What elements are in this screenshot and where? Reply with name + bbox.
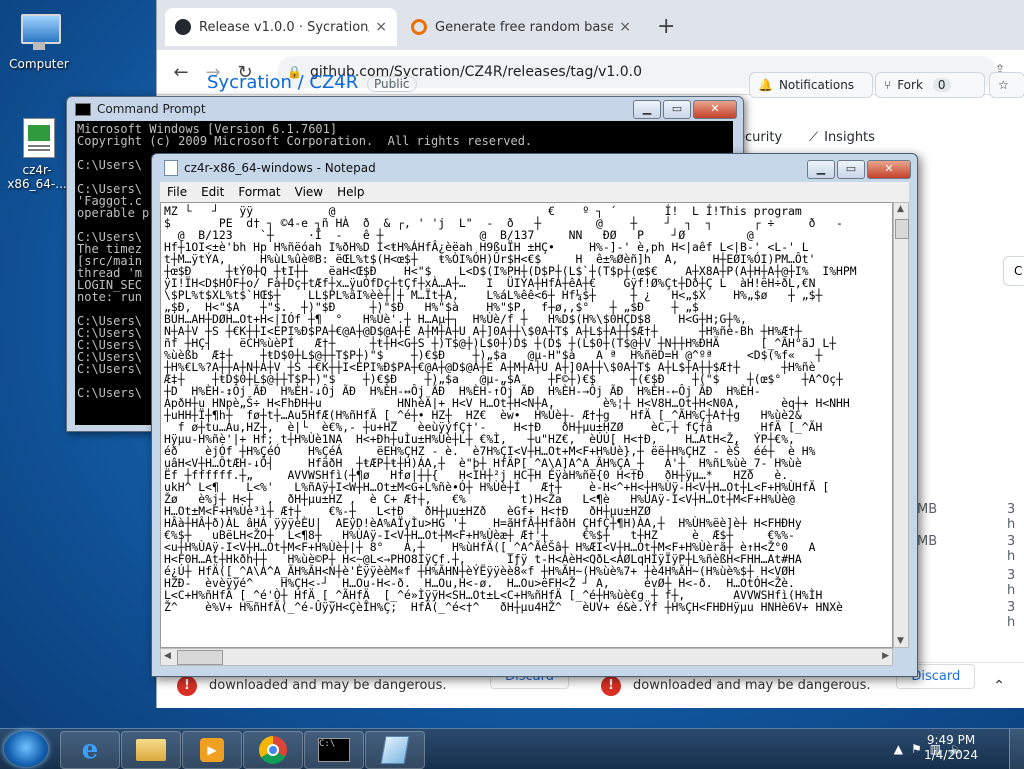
notepad-icon xyxy=(164,160,178,176)
desktop-icon-label: cz4r-x86_64-... xyxy=(7,163,67,191)
scroll-right-icon[interactable]: ▶ xyxy=(882,651,889,661)
taskbar: e ▶ C:\ ▲ ⚑ ▥ 🔈 9:49 PM 1/4/2024 xyxy=(0,728,1024,769)
menu-file[interactable]: File xyxy=(160,185,194,199)
minimize-button[interactable]: ▁ xyxy=(807,160,835,179)
media-player-icon[interactable]: ▶ xyxy=(182,731,242,769)
asset-size: MB xyxy=(917,502,938,517)
tab-github-release[interactable]: Release v1.0.0 · Sycration/CZ4R × xyxy=(165,8,397,46)
notepad-text-area[interactable]: MZ └ ┘ ÿÿ @ € º ┐ ´ Í! L Í!This program $… xyxy=(160,202,893,648)
notepad-text-line: Ž^ è%V+ H%ñHfÄ(_^é-ÛÿÿH<ÇèÎH%Ç; HfÄ(_^é<… xyxy=(164,600,843,614)
tab-base64-generator[interactable]: Generate free random base64 str × xyxy=(401,8,641,46)
download-warning-text: downloaded and may be dangerous. xyxy=(633,678,871,693)
notepad-file-icon xyxy=(15,116,59,160)
scroll-thumb[interactable] xyxy=(895,219,909,239)
menu-format[interactable]: Format xyxy=(231,185,287,199)
github-icon xyxy=(175,19,191,35)
url-text: github.com/Sycration/CZ4R/releases/tag/v… xyxy=(309,64,643,80)
cmd-icon xyxy=(75,102,91,116)
asset-age: 3 h xyxy=(1007,534,1016,564)
fork-label: Fork xyxy=(897,78,923,92)
download-warning-text: downloaded and may be dangerous. xyxy=(209,678,447,693)
graph-icon: ⟋ xyxy=(809,130,819,145)
close-tab-icon[interactable]: × xyxy=(375,19,387,35)
asset-size: MB xyxy=(917,534,938,549)
notepad-titlebar[interactable]: cz4r-x86_64-windows - Notepad xyxy=(152,154,917,182)
close-button[interactable]: ✕ xyxy=(867,160,911,179)
cmd-window-buttons: ▁ ▭ ✕ xyxy=(633,100,737,119)
cmd-icon[interactable]: C:\ xyxy=(304,731,364,769)
fork-count: 0 xyxy=(932,78,951,92)
tab-strip: Release v1.0.0 · Sycration/CZ4R × Genera… xyxy=(157,0,1024,50)
visibility-badge: Public xyxy=(367,76,417,92)
close-tab-icon[interactable]: × xyxy=(619,19,631,35)
notepad-window: cz4r-x86_64-windows - Notepad ▁ ▭ ✕ File… xyxy=(151,153,918,677)
menu-view[interactable]: View xyxy=(288,185,330,199)
clock-date: 1/4/2024 xyxy=(924,748,978,762)
close-button[interactable]: ✕ xyxy=(693,100,737,119)
scroll-down-icon[interactable]: ▼ xyxy=(897,636,904,646)
cmd-output-line: Copyright (c) 2009 Microsoft Corporation… xyxy=(77,134,533,148)
star-icon: ☆ xyxy=(998,78,1009,92)
minimize-button[interactable]: ▁ xyxy=(633,100,661,119)
star-button[interactable]: ☆ xyxy=(989,72,1024,98)
notifications-button[interactable]: 🔔 Notifications xyxy=(749,72,873,98)
bell-icon: 🔔 xyxy=(758,78,773,92)
tab-title: Generate free random base64 str xyxy=(435,19,614,35)
show-desktop-button[interactable] xyxy=(1009,729,1024,769)
computer-icon xyxy=(17,10,61,54)
start-orb[interactable] xyxy=(4,731,48,767)
asset-age: 3 h xyxy=(1007,568,1016,598)
scroll-thumb[interactable] xyxy=(177,650,223,665)
notepad-title: cz4r-x86_64-windows - Notepad xyxy=(184,161,376,175)
chrome-icon[interactable] xyxy=(243,731,303,769)
notepad-icon[interactable] xyxy=(365,731,425,769)
action-center-icon[interactable]: ⚑ xyxy=(911,742,922,756)
menu-help[interactable]: Help xyxy=(330,185,371,199)
notifications-label: Notifications xyxy=(778,78,855,92)
clock[interactable]: 9:49 PM 1/4/2024 xyxy=(924,733,978,763)
tab-insights[interactable]: ⟋ Insights xyxy=(809,130,875,145)
file-explorer-icon[interactable] xyxy=(121,731,181,769)
scroll-left-icon[interactable]: ◀ xyxy=(164,651,171,661)
desktop-icon-computer[interactable]: Computer xyxy=(2,10,76,71)
show-hidden-icons[interactable]: ▲ xyxy=(894,742,903,756)
internet-explorer-icon[interactable]: e xyxy=(60,731,120,769)
danger-icon: ! xyxy=(601,675,621,696)
chevron-up-icon[interactable]: ⌃ xyxy=(993,678,1005,694)
generator-site-icon xyxy=(411,19,427,35)
asset-age: 3 h xyxy=(1007,502,1016,532)
maximize-button[interactable]: ▭ xyxy=(837,160,865,179)
clock-time: 9:49 PM xyxy=(926,733,976,747)
notepad-window-buttons: ▁ ▭ ✕ xyxy=(807,160,911,179)
vertical-scrollbar[interactable]: ▲ ▼ xyxy=(893,202,909,648)
menu-edit[interactable]: Edit xyxy=(194,185,231,199)
fork-icon: ⑂ xyxy=(884,78,892,92)
code-button-edge[interactable]: C xyxy=(1003,256,1024,286)
new-tab-button[interactable]: + xyxy=(657,14,675,39)
scroll-up-icon[interactable]: ▲ xyxy=(897,204,904,214)
danger-icon: ! xyxy=(177,675,197,696)
maximize-button[interactable]: ▭ xyxy=(663,100,691,119)
horizontal-scrollbar[interactable]: ◀ ▶ xyxy=(160,648,893,666)
cmd-title: Command Prompt xyxy=(97,102,206,116)
desktop-icon-cz4r-file[interactable]: cz4r-x86_64-... xyxy=(0,116,74,191)
fork-button[interactable]: ⑂ Fork 0 xyxy=(875,72,985,98)
repo-breadcrumb[interactable]: Sycration / CZ4R xyxy=(207,72,358,93)
asset-age: 3 h xyxy=(1007,600,1016,630)
insights-label: Insights xyxy=(824,130,875,145)
notepad-menubar: File Edit Format View Help xyxy=(160,182,909,202)
desktop-icon-label: Computer xyxy=(9,57,69,71)
back-icon[interactable]: ← xyxy=(165,62,197,83)
tab-title: Release v1.0.0 · Sycration/CZ4R xyxy=(199,19,369,35)
